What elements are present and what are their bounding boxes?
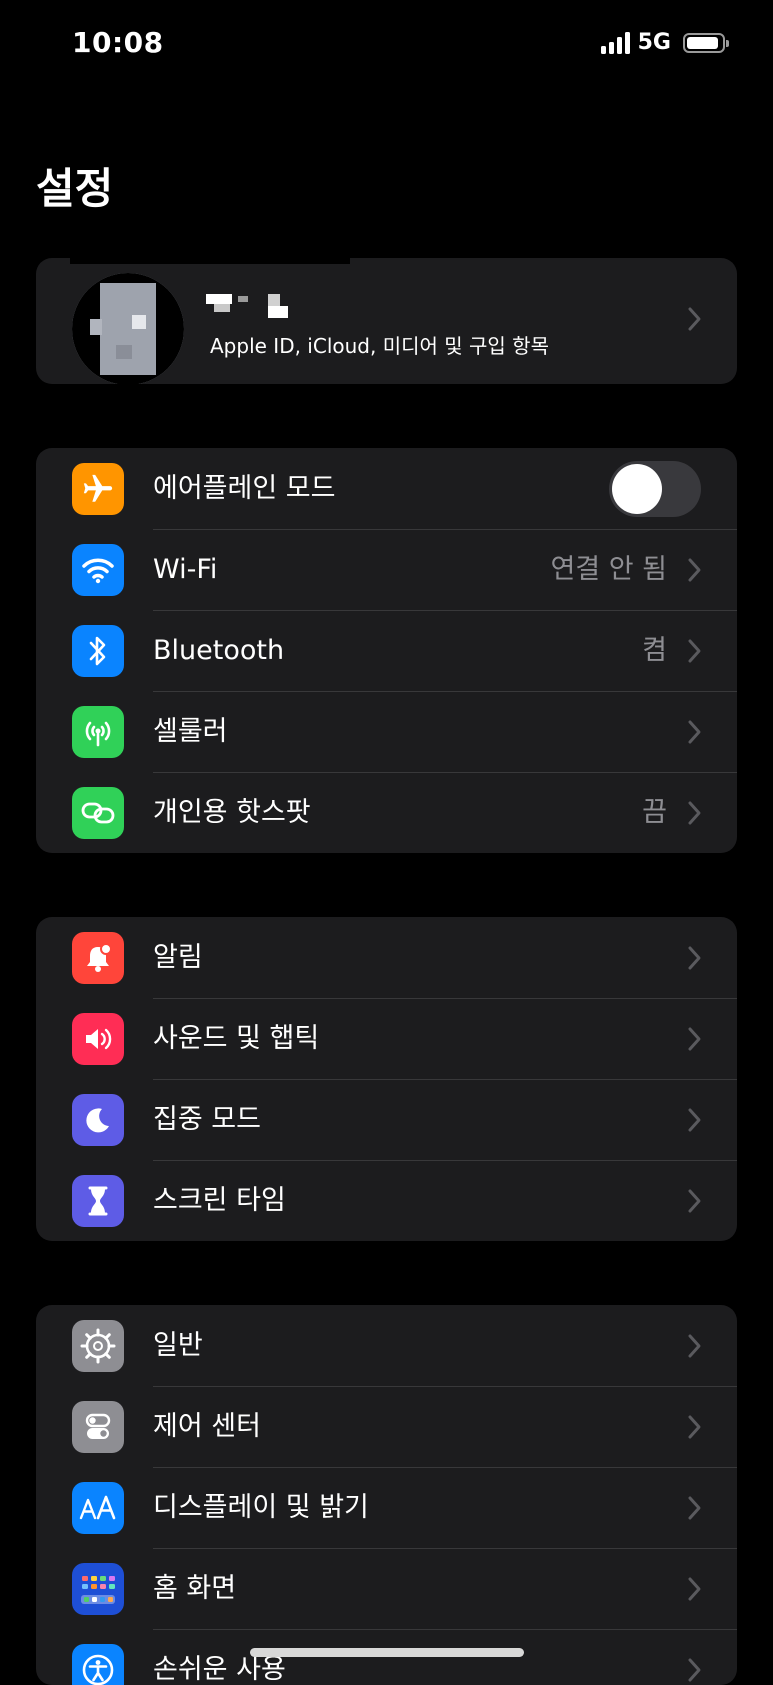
personal-hotspot-value: 끔 xyxy=(642,797,667,828)
chevron-right-icon xyxy=(687,719,703,745)
battery-level-fill xyxy=(687,36,718,49)
control-center-row[interactable]: 제어 센터 xyxy=(36,1386,737,1467)
home-indicator[interactable] xyxy=(250,1648,524,1657)
battery-icon xyxy=(683,32,729,53)
cellular-row[interactable]: 셀룰러 xyxy=(36,691,737,772)
airplane-mode-toggle[interactable] xyxy=(609,461,701,517)
status-time: 10:08 xyxy=(72,26,164,59)
gear-icon xyxy=(72,1320,124,1372)
accessibility-label: 손쉬운 사용 xyxy=(153,1654,286,1685)
airplane-icon xyxy=(72,463,124,515)
sounds-haptics-row[interactable]: 사운드 및 햅틱 xyxy=(36,998,737,1079)
sounds-haptics-label: 사운드 및 햅틱 xyxy=(153,1023,320,1054)
general-group: 일반 제어 센터 디스플레이 및 밝기 홈 화면 손쉬운 사용 xyxy=(36,1305,737,1685)
bluetooth-label: Bluetooth xyxy=(153,635,285,666)
redaction-bar xyxy=(70,258,350,264)
chevron-right-icon xyxy=(687,800,703,826)
wifi-label: Wi-Fi xyxy=(153,554,218,585)
status-indicators: 5G xyxy=(600,30,729,55)
accessibility-icon xyxy=(72,1644,124,1685)
redacted-account-name xyxy=(206,294,306,318)
cellular-antenna-icon xyxy=(72,706,124,758)
page-title: 설정 xyxy=(36,164,114,213)
airplane-mode-label: 에어플레인 모드 xyxy=(153,473,336,504)
bell-badge-icon xyxy=(72,932,124,984)
wifi-status-value: 연결 안 됨 xyxy=(550,554,667,585)
connectivity-group: 에어플레인 모드 Wi-Fi 연결 안 됨 Bluetooth 켬 셀룰러 개인… xyxy=(36,448,737,853)
chevron-right-icon xyxy=(687,306,703,332)
cellular-signal-icon xyxy=(600,31,630,54)
wifi-row[interactable]: Wi-Fi 연결 안 됨 xyxy=(36,529,737,610)
chevron-right-icon xyxy=(687,1495,703,1521)
personal-hotspot-label: 개인용 핫스팟 xyxy=(153,797,311,828)
chevron-right-icon xyxy=(687,638,703,664)
bluetooth-row[interactable]: Bluetooth 켬 xyxy=(36,610,737,691)
airplane-mode-row[interactable]: 에어플레인 모드 xyxy=(36,448,737,529)
chevron-right-icon xyxy=(687,1414,703,1440)
chevron-right-icon xyxy=(687,1657,703,1683)
focus-row[interactable]: 집중 모드 xyxy=(36,1079,737,1160)
display-brightness-row[interactable]: 디스플레이 및 밝기 xyxy=(36,1467,737,1548)
app-grid-icon xyxy=(72,1563,124,1615)
toggles-icon xyxy=(72,1401,124,1453)
toggle-knob xyxy=(612,464,662,514)
status-bar: 10:08 5G xyxy=(0,0,773,90)
apple-id-profile-row[interactable]: Apple ID, iCloud, 미디어 및 구입 항목 xyxy=(36,258,737,384)
accessibility-row[interactable]: 손쉬운 사용 xyxy=(36,1629,737,1685)
notifications-label: 알림 xyxy=(153,942,203,973)
chevron-right-icon xyxy=(687,1576,703,1602)
network-type-label: 5G xyxy=(637,30,671,55)
wifi-icon xyxy=(72,544,124,596)
display-brightness-label: 디스플레이 및 밝기 xyxy=(153,1492,369,1523)
chevron-right-icon xyxy=(687,557,703,583)
chevron-right-icon xyxy=(687,1333,703,1359)
personal-hotspot-row[interactable]: 개인용 핫스팟 끔 xyxy=(36,772,737,853)
bluetooth-status-value: 켬 xyxy=(642,635,667,666)
focus-label: 집중 모드 xyxy=(153,1104,261,1135)
chevron-right-icon xyxy=(687,1026,703,1052)
bluetooth-icon xyxy=(72,625,124,677)
chevron-right-icon xyxy=(687,945,703,971)
chevron-right-icon xyxy=(687,1188,703,1214)
notifications-group: 알림 사운드 및 햅틱 집중 모드 스크린 타임 xyxy=(36,917,737,1241)
speaker-icon xyxy=(72,1013,124,1065)
profile-subtitle: Apple ID, iCloud, 미디어 및 구입 항목 xyxy=(210,334,549,358)
text-size-icon xyxy=(72,1482,124,1534)
home-screen-row[interactable]: 홈 화면 xyxy=(36,1548,737,1629)
control-center-label: 제어 센터 xyxy=(153,1411,261,1442)
general-label: 일반 xyxy=(153,1330,203,1361)
general-row[interactable]: 일반 xyxy=(36,1305,737,1386)
redacted-avatar xyxy=(72,273,184,384)
screen-time-row[interactable]: 스크린 타임 xyxy=(36,1160,737,1241)
hotspot-link-icon xyxy=(72,787,124,839)
cellular-label: 셀룰러 xyxy=(153,716,228,747)
screen-time-label: 스크린 타임 xyxy=(153,1185,286,1216)
notifications-row[interactable]: 알림 xyxy=(36,917,737,998)
hourglass-icon xyxy=(72,1175,124,1227)
moon-icon xyxy=(72,1094,124,1146)
chevron-right-icon xyxy=(687,1107,703,1133)
home-screen-label: 홈 화면 xyxy=(153,1573,237,1604)
